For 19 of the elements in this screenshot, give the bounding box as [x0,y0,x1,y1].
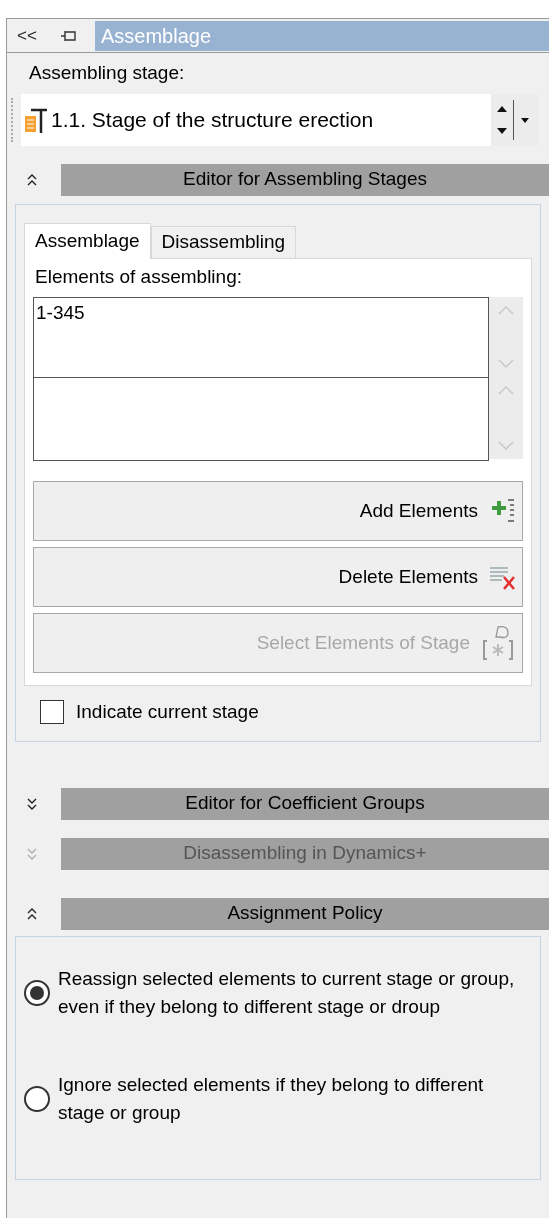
action-button[interactable]: Delete Elements [33,547,523,607]
section-header[interactable]: Editor for Coefficient Groups [61,787,549,820]
radio-label: Ignore selected elements if they belong to different stage or group [58,1072,485,1125]
elements-label: Elements of assembling: [34,264,243,289]
collapse-panel-button[interactable]: << [7,22,47,49]
select-bracket-icon [480,623,516,663]
checkbox-label: Indicate current stage [76,700,259,724]
stage-dropdown[interactable]: 1.1. Stage of the structure erection [21,93,539,146]
panel-title: Assemblage [95,20,549,51]
action-button[interactable]: Add Elements [33,481,523,541]
radio-button[interactable] [24,1085,50,1112]
tab[interactable]: Assemblage [24,222,151,259]
section-header[interactable]: Assignment Policy [61,897,549,930]
stage-label: Assembling stage: [28,61,186,85]
section-header[interactable]: Editor for Assembling Stages [61,163,549,196]
radio-label: Reassign selected elements to current stage or group, even if they belong to different stage or droup [58,966,516,1019]
tab[interactable]: Disassembling [150,225,297,258]
checkbox[interactable] [40,700,64,725]
radio-button[interactable] [24,979,50,1006]
